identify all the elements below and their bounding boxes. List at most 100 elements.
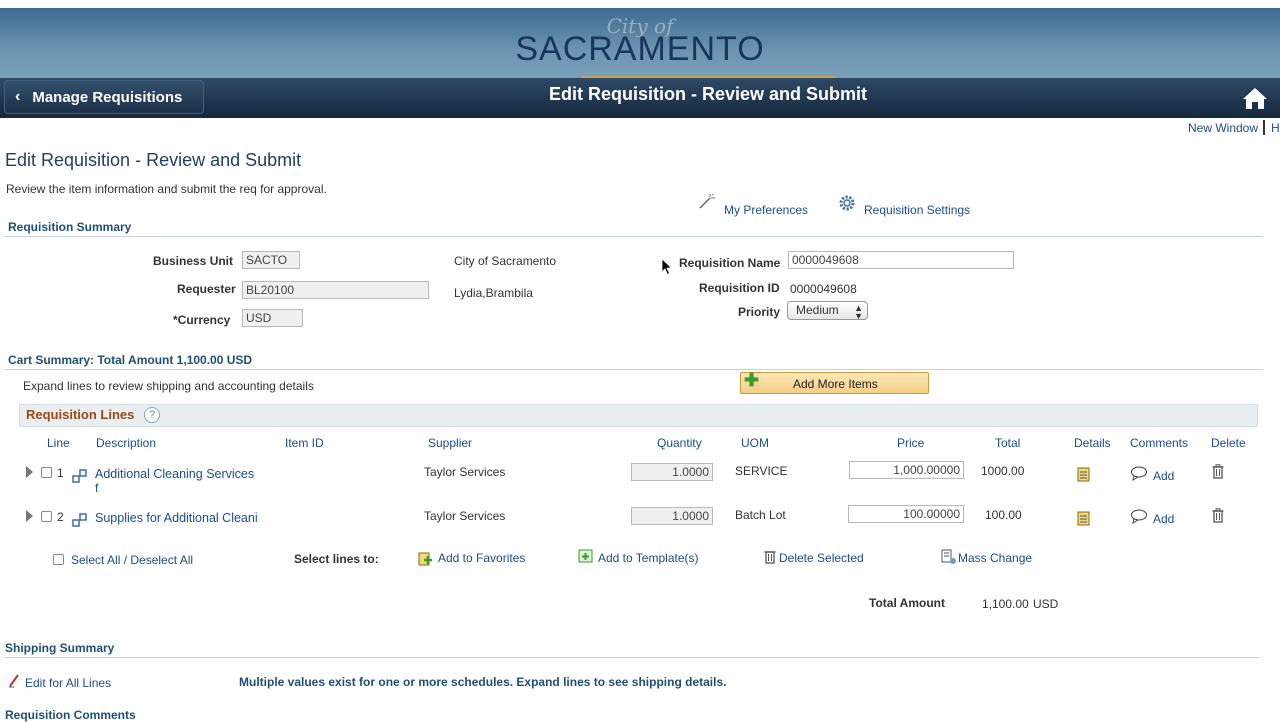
select-arrows-icon: ▲ ▼ [854,303,863,321]
details-icon[interactable] [1076,510,1092,526]
add-more-items-label: Add More Items [793,377,878,391]
requisition-settings-link[interactable]: Requisition Settings [864,203,970,217]
mouse-cursor-icon [661,258,673,276]
select-all-checkbox[interactable] [53,554,64,565]
expand-lines-note: Expand lines to review shipping and acco… [23,379,314,393]
line-description-link[interactable]: Additional Cleaning Services [95,467,254,481]
edit-for-all-lines-link[interactable]: Edit for All Lines [25,676,111,690]
column-header-item-id: Item ID [285,436,324,450]
trash-icon[interactable] [1212,464,1224,479]
help-icon[interactable]: ? [144,407,160,423]
requisition-id-label: Requisition ID [699,281,780,295]
line-description-cont: f [95,481,99,495]
requisition-name-input[interactable]: 0000049608 [788,251,1014,269]
business-unit-label: Business Unit [153,254,234,268]
page-instruction: Review the item information and submit t… [6,182,327,196]
nav-title: Edit Requisition - Review and Submit [548,84,868,104]
pencil-icon [9,674,19,688]
expand-row-icon[interactable] [26,510,33,522]
column-header-comments: Comments [1130,436,1189,450]
business-unit-description: City of Sacramento [454,254,557,268]
price-input[interactable]: 1,000.00000 [849,461,964,479]
business-unit-field: SACTO [242,251,300,269]
total-value: 1000.00 [981,464,1025,478]
divider [5,236,1263,237]
help-link[interactable]: H [1271,121,1280,135]
column-header-details: Details [1074,436,1111,450]
add-template-icon [578,549,593,563]
mass-change-link[interactable]: Mass Change [958,551,1032,565]
requester-name: Lydia,Brambila [454,286,533,300]
cart-summary-heading: Cart Summary: Total Amount 1,100.00 USD [8,353,253,367]
line-number: 2 [57,510,64,524]
shipping-summary-heading: Shipping Summary [5,641,115,655]
my-preferences-link[interactable]: My Preferences [724,203,808,217]
add-comment-link[interactable]: Add [1153,512,1174,526]
requester-label: Requester [177,282,236,296]
logo-sacramento-text: SACRAMENTO [515,30,765,68]
requisition-summary-heading: Requisition Summary [8,220,132,234]
add-to-template-link[interactable]: Add to Template(s) [598,551,699,565]
comment-bubble-icon [1131,509,1147,524]
requester-field: BL20100 [242,281,429,299]
priority-label: Priority [738,305,781,319]
city-banner: City of SACRAMENTO [0,8,1280,78]
comment-bubble-icon [1131,466,1147,481]
add-favorites-icon [418,552,432,566]
column-header-quantity: Quantity [657,436,702,450]
divider [5,657,1259,658]
line-description-link[interactable]: Supplies for Additional Cleani [95,511,258,525]
trash-icon[interactable] [1212,508,1224,523]
currency-label: *Currency [173,313,231,327]
new-window-link[interactable]: New Window [1188,121,1258,135]
column-header-line: Line [47,436,70,450]
column-header-supplier: Supplier [428,436,473,450]
uom-value: SERVICE [735,464,788,478]
page-title: Edit Requisition - Review and Submit [5,150,302,170]
shipping-note: Multiple values exist for one or more sc… [239,675,727,689]
requisition-name-label: Requisition Name [679,256,781,270]
details-icon[interactable] [1076,466,1092,482]
total-amount-currency: USD [1033,597,1059,611]
divider [5,369,1263,370]
column-header-description: Description [96,436,157,450]
add-comment-link[interactable]: Add [1153,469,1174,483]
requisition-lines-heading: Requisition Lines [26,407,135,422]
nav-bar: ‹ Manage Requisitions Edit Requisition -… [0,78,1280,118]
line-number: 1 [57,466,64,480]
quantity-field: 1.0000 [631,507,713,525]
row-select-checkbox[interactable] [41,511,52,522]
select-lines-to-label: Select lines to: [294,552,379,566]
delete-selected-link[interactable]: Delete Selected [779,551,864,565]
price-input[interactable]: 100.00000 [848,505,964,523]
item-link-icon [72,513,87,527]
column-header-total: Total [995,436,1021,450]
home-icon[interactable] [1242,86,1268,110]
supplier-name: Taylor Services [424,509,506,523]
mass-change-icon [941,549,956,564]
row-select-checkbox[interactable] [41,467,52,478]
priority-selected-value: Medium [796,303,839,317]
item-link-icon [72,469,87,483]
add-to-favorites-link[interactable]: Add to Favorites [438,551,525,565]
requisition-lines-bar: Requisition Lines ? [19,404,1258,427]
column-header-uom: UOM [741,436,769,450]
gear-icon [839,195,855,211]
total-amount-label: Total Amount [869,596,945,610]
quantity-field: 1.0000 [631,463,713,481]
expand-row-icon[interactable] [26,466,33,478]
priority-select[interactable]: Medium ▲ ▼ [787,301,868,321]
total-value: 100.00 [985,508,1022,522]
plus-icon: ✚ [744,370,760,390]
trash-icon [764,551,776,564]
magic-wand-icon [699,194,715,209]
requisition-id-value: 0000049608 [790,282,857,296]
total-amount-value: 1,100.00 [982,597,1029,611]
supplier-name: Taylor Services [424,465,506,479]
column-header-delete: Delete [1211,436,1246,450]
column-header-price: Price [897,436,925,450]
add-more-items-button[interactable]: ✚ Add More Items [740,370,929,394]
link-divider [1263,120,1265,135]
select-all-link[interactable]: Select All / Deselect All [71,553,193,567]
uom-value: Batch Lot [735,508,786,522]
